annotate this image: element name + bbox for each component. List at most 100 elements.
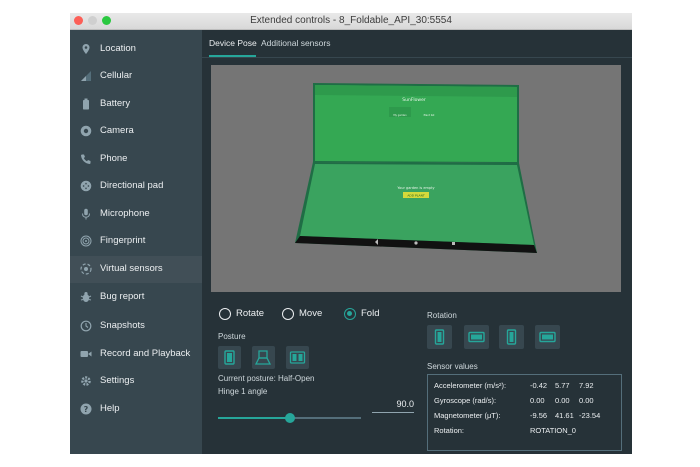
sensors-icon (80, 263, 92, 275)
title-bar: Extended controls - 8_Foldable_API_30:55… (70, 13, 632, 30)
reverse-landscape-device-icon (539, 331, 556, 343)
gear-icon (81, 376, 91, 386)
sidebar-item-directional-pad[interactable]: Directional pad (70, 173, 202, 200)
landscape-device-icon (468, 331, 485, 343)
posture-open-button[interactable] (286, 346, 309, 369)
sensor-row-gyroscope: Gyroscope (rad/s): 0.00 0.00 0.00 (434, 396, 619, 408)
rotate-reverse-landscape-button[interactable] (535, 325, 560, 349)
signal-icon (81, 71, 91, 81)
battery-icon (83, 98, 89, 110)
phone-icon (81, 154, 91, 164)
sensor-value: ROTATION_0 (530, 426, 576, 435)
sidebar-item-fingerprint[interactable]: Fingerprint (70, 228, 202, 255)
sidebar-item-record-and-playback[interactable]: Record and Playback (70, 341, 202, 368)
rotate-portrait-button[interactable] (427, 325, 452, 349)
rotate-landscape-button[interactable] (464, 325, 489, 349)
sensor-values-panel: Accelerometer (m/s²): -0.42 5.77 7.92 Gy… (427, 374, 622, 451)
sidebar-item-microphone[interactable]: Microphone (70, 201, 202, 228)
sensor-value: -23.54 (579, 411, 601, 420)
sensor-name: Gyroscope (rad/s): (434, 396, 497, 405)
sidebar-item-battery[interactable]: Battery (70, 91, 202, 118)
sensor-row-accelerometer: Accelerometer (m/s²): -0.42 5.77 7.92 (434, 381, 619, 393)
sidebar-item-camera[interactable]: Camera (70, 118, 202, 145)
sidebar-item-cellular[interactable]: Cellular (70, 63, 202, 90)
screen-add-button: ADD PLANT (407, 194, 424, 198)
screen-tab-left: My garden (393, 113, 407, 117)
sidebar-item-label: Record and Playback (100, 348, 191, 359)
sidebar-item-label: Phone (100, 153, 128, 164)
help-icon: ? (80, 403, 92, 415)
sidebar-item-label: Directional pad (100, 180, 164, 191)
slider-thumb[interactable] (284, 413, 295, 423)
sidebar-item-help[interactable]: ? Help (70, 396, 202, 423)
radio-circle (282, 308, 294, 320)
sidebar-item-snapshots[interactable]: Snapshots (70, 313, 202, 340)
sidebar: Location Cellular Battery Camera Phone D… (70, 30, 202, 454)
app-title-text: SunFlower (402, 97, 426, 103)
main-panel: Device Pose Additional sensors SunFlower… (202, 30, 632, 454)
half-open-device-icon (255, 350, 272, 365)
svg-text:?: ? (84, 405, 89, 414)
sidebar-item-label: Fingerprint (100, 235, 146, 246)
hinge-angle-label: Hinge 1 angle (218, 387, 268, 396)
hinge-angle-value[interactable]: 90.0 (372, 396, 414, 413)
open-device-icon (289, 351, 306, 364)
radio-circle (219, 308, 231, 320)
tab-additional-sensors[interactable]: Additional sensors (261, 38, 330, 48)
sensor-value: -9.56 (530, 411, 548, 420)
sensor-name: Accelerometer (m/s²): (434, 381, 507, 390)
sidebar-item-label: Location (100, 43, 136, 54)
sensor-values-label: Sensor values (427, 362, 478, 371)
radio-label: Rotate (236, 308, 264, 319)
sidebar-item-bug-report[interactable]: Bug report (70, 284, 202, 311)
sidebar-item-label: Bug report (100, 291, 145, 302)
sidebar-item-label: Help (100, 403, 120, 414)
sensor-value: 0.00 (555, 396, 570, 405)
sidebar-item-virtual-sensors[interactable]: Virtual sensors (70, 256, 202, 283)
sidebar-item-label: Snapshots (100, 320, 145, 331)
posture-half-open-button[interactable] (252, 346, 275, 369)
sensor-value: 7.92 (579, 381, 594, 390)
rotate-reverse-portrait-button[interactable] (499, 325, 524, 349)
sensor-name: Rotation: (434, 426, 465, 435)
hinge-angle-slider[interactable] (218, 413, 361, 423)
sidebar-item-label: Microphone (100, 208, 150, 219)
portrait-device-icon (434, 329, 445, 345)
extended-controls-window: Extended controls - 8_Foldable_API_30:55… (70, 13, 632, 454)
tab-device-pose[interactable]: Device Pose (209, 38, 257, 48)
microphone-icon (82, 208, 90, 220)
closed-device-icon (224, 350, 235, 365)
bug-icon (80, 292, 92, 302)
radio-label: Move (299, 308, 323, 319)
history-icon (80, 320, 92, 332)
sensor-value: 5.77 (555, 381, 570, 390)
location-pin-icon (82, 44, 90, 54)
sidebar-item-label: Battery (100, 98, 131, 109)
reverse-portrait-device-icon (506, 329, 517, 345)
sensor-value: 41.61 (555, 411, 574, 420)
rotation-label: Rotation (427, 311, 457, 320)
device-3d-viewport[interactable]: SunFlower My garden Plant list Your gard… (211, 65, 621, 292)
sensor-value: 0.00 (530, 396, 545, 405)
slider-fill (218, 417, 290, 419)
posture-closed-button[interactable] (218, 346, 241, 369)
tab-divider (202, 57, 632, 58)
video-icon (80, 351, 92, 357)
sidebar-item-location[interactable]: Location (70, 36, 202, 63)
screen-tab-right: Plant list (424, 113, 435, 117)
current-posture-text: Current posture: Half-Open (218, 374, 315, 383)
sensor-value: 0.00 (579, 396, 594, 405)
sensor-name: Magnetometer (μT): (434, 411, 501, 420)
sidebar-item-label: Virtual sensors (100, 263, 163, 274)
sensor-value: -0.42 (530, 381, 548, 390)
foldable-device-model[interactable]: SunFlower My garden Plant list Your gard… (211, 65, 621, 292)
sidebar-item-phone[interactable]: Phone (70, 146, 202, 173)
sensor-row-magnetometer: Magnetometer (μT): -9.56 41.61 -23.54 (434, 411, 619, 423)
screen-empty-text: Your garden is empty (397, 186, 434, 190)
fingerprint-icon (80, 235, 92, 247)
radio-circle (344, 308, 356, 320)
dpad-icon (80, 180, 92, 192)
sidebar-item-settings[interactable]: Settings (70, 368, 202, 395)
posture-label: Posture (218, 332, 246, 341)
sidebar-item-label: Settings (100, 375, 135, 386)
